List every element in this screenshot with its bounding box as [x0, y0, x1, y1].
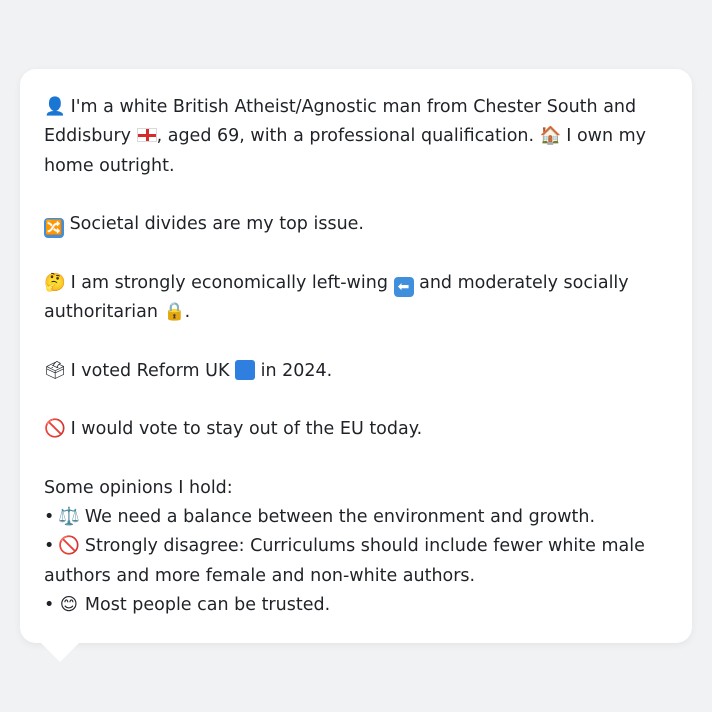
- vote-year-text: in 2024.: [260, 360, 333, 381]
- person-icon: 👤: [44, 97, 66, 117]
- opinion-text: Strongly disagree: Curriculums should in…: [44, 536, 645, 586]
- eu-text: I would vote to stay out of the EU today…: [70, 419, 423, 440]
- blue-square-icon: [235, 359, 256, 380]
- bubble-tail: [40, 642, 80, 662]
- england-flag-icon: [136, 128, 157, 143]
- opinion-item: • ⚖️ We need a balance between the enviro…: [44, 503, 668, 532]
- left-arrow-icon: ⬅: [393, 276, 414, 297]
- opinions-heading: Some opinions I hold:: [44, 477, 233, 498]
- economic-text: I am strongly economically left-wing: [70, 272, 388, 293]
- ideology-paragraph: 🤔 I am strongly economically left-wing ⬅…: [44, 269, 668, 328]
- ballot-box-icon: 🗳: [44, 360, 67, 381]
- vote-paragraph: 🗳 I voted Reform UK in 2024.: [44, 357, 668, 386]
- ideology-period: .: [184, 302, 191, 323]
- balance-scale-icon: ⚖️: [58, 507, 81, 528]
- opinion-text: Most people can be trusted.: [84, 595, 331, 616]
- vote-text: I voted Reform UK: [70, 360, 230, 381]
- opinion-item: • 🚫 Strongly disagree: Curriculums should…: [44, 532, 668, 591]
- smiling-face-icon: 😊: [59, 595, 78, 616]
- prohibited-icon: 🚫: [44, 419, 66, 440]
- thinking-face-icon: 🤔: [44, 272, 66, 293]
- profile-bubble: 👤 I'm a white British Atheist/Agnostic m…: [20, 69, 692, 643]
- opinion-item: • 😊 Most people can be trusted.: [44, 591, 668, 620]
- eu-paragraph: 🚫 I would vote to stay out of the EU tod…: [44, 415, 668, 444]
- prohibited-icon: 🚫: [58, 536, 81, 557]
- house-icon: 🏠: [539, 126, 562, 147]
- issue-text: Societal divides are my top issue.: [69, 214, 364, 235]
- identity-text-age: , aged 69, with a professional qualifica…: [156, 126, 535, 147]
- shuffle-icon: 🔀: [44, 218, 64, 239]
- issue-paragraph: 🔀 Societal divides are my top issue.: [44, 210, 668, 239]
- opinion-text: We need a balance between the environmen…: [84, 507, 596, 528]
- identity-paragraph: 👤 I'm a white British Atheist/Agnostic m…: [44, 93, 668, 181]
- lock-icon: 🔒: [163, 302, 186, 323]
